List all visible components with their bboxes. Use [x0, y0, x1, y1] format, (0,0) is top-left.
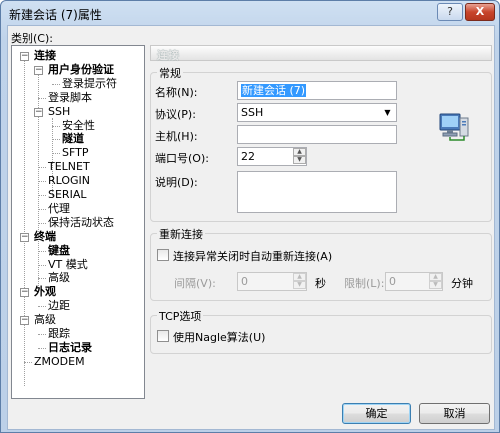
reconnect-group-title: 重新连接	[157, 226, 205, 242]
tree-guide-line	[38, 70, 39, 290]
collapse-toggle-icon[interactable]: −	[20, 316, 29, 326]
tree-connector	[38, 195, 46, 196]
auto-reconnect-label[interactable]: 连接异常关闭时自动重新连接(A)	[173, 248, 332, 264]
limit-label: 限制(L):	[344, 277, 385, 290]
spin-down-icon[interactable]: ▼	[429, 281, 442, 289]
nagle-checkbox[interactable]	[157, 330, 169, 342]
tree-connector	[38, 347, 46, 349]
name-input-value: 新建会话 (7)	[241, 84, 307, 97]
collapse-toggle-icon[interactable]: −	[20, 52, 29, 61]
tree-connector	[38, 334, 46, 335]
tree-item[interactable]: RLOGIN	[48, 174, 90, 188]
network-computer-icon	[439, 113, 469, 141]
category-tree[interactable]: − 连接 − 用户身份验证 登录提示符 登录脚本 − SSH 安全性 隧道 SFTP TELNET RL…	[11, 45, 145, 399]
ok-button[interactable]: 确定	[342, 403, 411, 424]
protocol-select-value: SSH	[241, 106, 264, 119]
tcp-options-group-title: TCP选项	[157, 308, 204, 324]
tree-connector	[38, 208, 46, 210]
cancel-button[interactable]: 取消	[419, 403, 490, 424]
dialog-client-area: 类别(C): − 连接 − 用户身份验证 登录提示符 登录脚本 − SSH 安全性 隧道 SFTP T…	[7, 25, 495, 430]
collapse-toggle-icon[interactable]: −	[34, 65, 43, 75]
tree-guide-line	[24, 56, 25, 386]
tree-item[interactable]: 高级	[48, 271, 70, 285]
tree-item[interactable]: 终端	[34, 230, 56, 244]
collapse-toggle-icon[interactable]: −	[20, 232, 29, 242]
tree-item[interactable]: 登录脚本	[48, 91, 92, 105]
limit-spinner[interactable]: ▲ ▼	[429, 273, 442, 290]
description-textarea[interactable]	[237, 171, 397, 213]
tree-item[interactable]: SFTP	[62, 146, 88, 160]
tree-connector	[52, 153, 60, 155]
port-spinner[interactable]: ▲ ▼	[293, 148, 306, 165]
help-button[interactable]: ?	[437, 3, 463, 21]
port-label: 端口号(O):	[155, 152, 209, 165]
auto-reconnect-checkbox[interactable]	[157, 249, 169, 261]
tree-item[interactable]: 隧道	[62, 132, 84, 146]
tree-item[interactable]: 跟踪	[48, 327, 70, 341]
limit-input-value: 0	[389, 275, 396, 288]
tree-item[interactable]: 连接	[34, 49, 56, 63]
tree-connector	[38, 97, 46, 99]
close-button[interactable]: X	[465, 3, 495, 21]
port-input-value: 22	[241, 150, 255, 163]
spin-down-icon[interactable]: ▼	[293, 281, 306, 289]
tree-connector	[38, 278, 46, 280]
collapse-toggle-icon[interactable]: −	[20, 288, 29, 298]
title-bar: 新建会话 (7)属性 ? X	[1, 1, 499, 25]
spin-up-icon[interactable]: ▲	[293, 148, 306, 156]
general-group-title: 常规	[157, 65, 183, 81]
spin-down-icon[interactable]: ▼	[293, 156, 306, 164]
tree-item[interactable]: 代理	[48, 202, 70, 216]
tree-connector	[24, 361, 32, 363]
collapse-toggle-icon[interactable]: −	[34, 107, 43, 117]
window-title: 新建会话 (7)属性	[9, 8, 102, 22]
tree-connector	[38, 250, 46, 252]
description-label: 说明(D):	[155, 176, 198, 189]
section-header-title: 连接	[157, 49, 179, 62]
tree-connector	[52, 125, 60, 127]
name-label: 名称(N):	[155, 86, 198, 99]
tree-connector	[38, 306, 46, 308]
tree-item[interactable]: 安全性	[62, 119, 95, 133]
tree-item[interactable]: 日志记录	[48, 341, 92, 355]
tree-connector	[38, 181, 46, 183]
tree-item[interactable]: 边距	[48, 299, 70, 313]
tree-item[interactable]: 用户身份验证	[48, 63, 114, 77]
host-label: 主机(H):	[155, 130, 198, 143]
tree-connector	[38, 222, 46, 224]
tree-connector	[38, 167, 46, 169]
interval-label: 间隔(V):	[174, 277, 216, 290]
properties-dialog: 新建会话 (7)属性 ? X 类别(C): − 连接 − 用户身份验证 登录提示符 登录脚…	[0, 0, 500, 433]
tree-item[interactable]: 保持活动状态	[48, 216, 114, 230]
tree-item[interactable]: VT 模式	[48, 258, 88, 272]
tree-item[interactable]: 外观	[34, 285, 56, 299]
category-label: 类别(C):	[11, 32, 53, 45]
name-input[interactable]: 新建会话 (7)	[237, 81, 397, 100]
tree-connector	[52, 83, 60, 85]
tree-item[interactable]: 高级	[34, 313, 56, 327]
tree-item[interactable]: ZMODEM	[34, 355, 85, 369]
protocol-select[interactable]: SSH ▼	[237, 103, 397, 122]
spin-up-icon[interactable]: ▲	[429, 273, 442, 281]
interval-input-value: 0	[241, 275, 248, 288]
minutes-unit-label: 分钟	[451, 277, 473, 290]
tree-item[interactable]: 键盘	[48, 244, 70, 258]
section-header: 连接	[150, 45, 492, 62]
interval-spinner[interactable]: ▲ ▼	[293, 273, 306, 290]
tree-item[interactable]: SERIAL	[48, 188, 86, 202]
host-input[interactable]	[237, 125, 397, 144]
tree-item[interactable]: TELNET	[48, 160, 90, 174]
seconds-unit-label: 秒	[315, 277, 326, 290]
tree-connector	[52, 139, 60, 141]
tree-connector	[38, 264, 46, 266]
chevron-down-icon: ▼	[384, 108, 391, 117]
tree-item[interactable]: 登录提示符	[62, 77, 117, 91]
protocol-label: 协议(P):	[155, 108, 196, 121]
nagle-label[interactable]: 使用Nagle算法(U)	[173, 329, 265, 345]
spin-up-icon[interactable]: ▲	[293, 273, 306, 281]
tree-item[interactable]: SSH	[48, 105, 70, 119]
